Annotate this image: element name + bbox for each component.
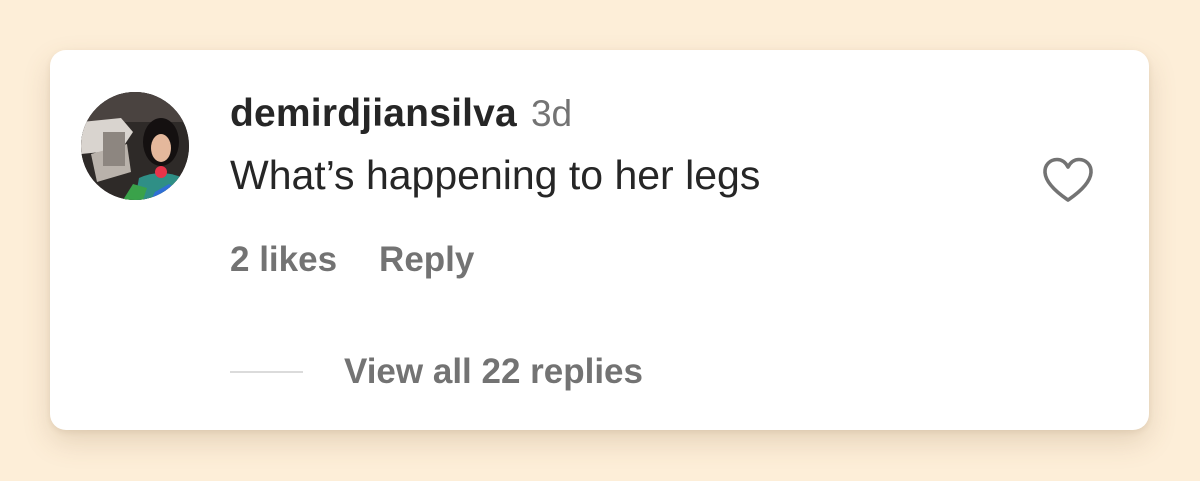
like-button[interactable] — [1040, 155, 1096, 205]
comment-timestamp[interactable]: 3d — [531, 93, 572, 135]
replies-divider-line — [230, 371, 303, 373]
avatar[interactable] — [81, 92, 189, 200]
view-replies-label: View all 22 replies — [344, 352, 643, 391]
heart-outline-icon — [1043, 157, 1093, 202]
reply-button[interactable]: Reply — [379, 240, 474, 280]
comment-header: demirdjiansilva 3d — [230, 92, 572, 142]
likes-count-link[interactable]: 2 likes — [230, 240, 337, 280]
comment-text: What’s happening to her legs — [230, 152, 761, 198]
comment-actions: 2 likes Reply — [230, 240, 474, 280]
view-replies-button[interactable]: View all 22 replies — [230, 352, 643, 392]
comment-card: demirdjiansilva 3d What’s happening to h… — [50, 50, 1149, 430]
avatar-photo — [81, 92, 189, 200]
username-link[interactable]: demirdjiansilva — [230, 92, 517, 136]
